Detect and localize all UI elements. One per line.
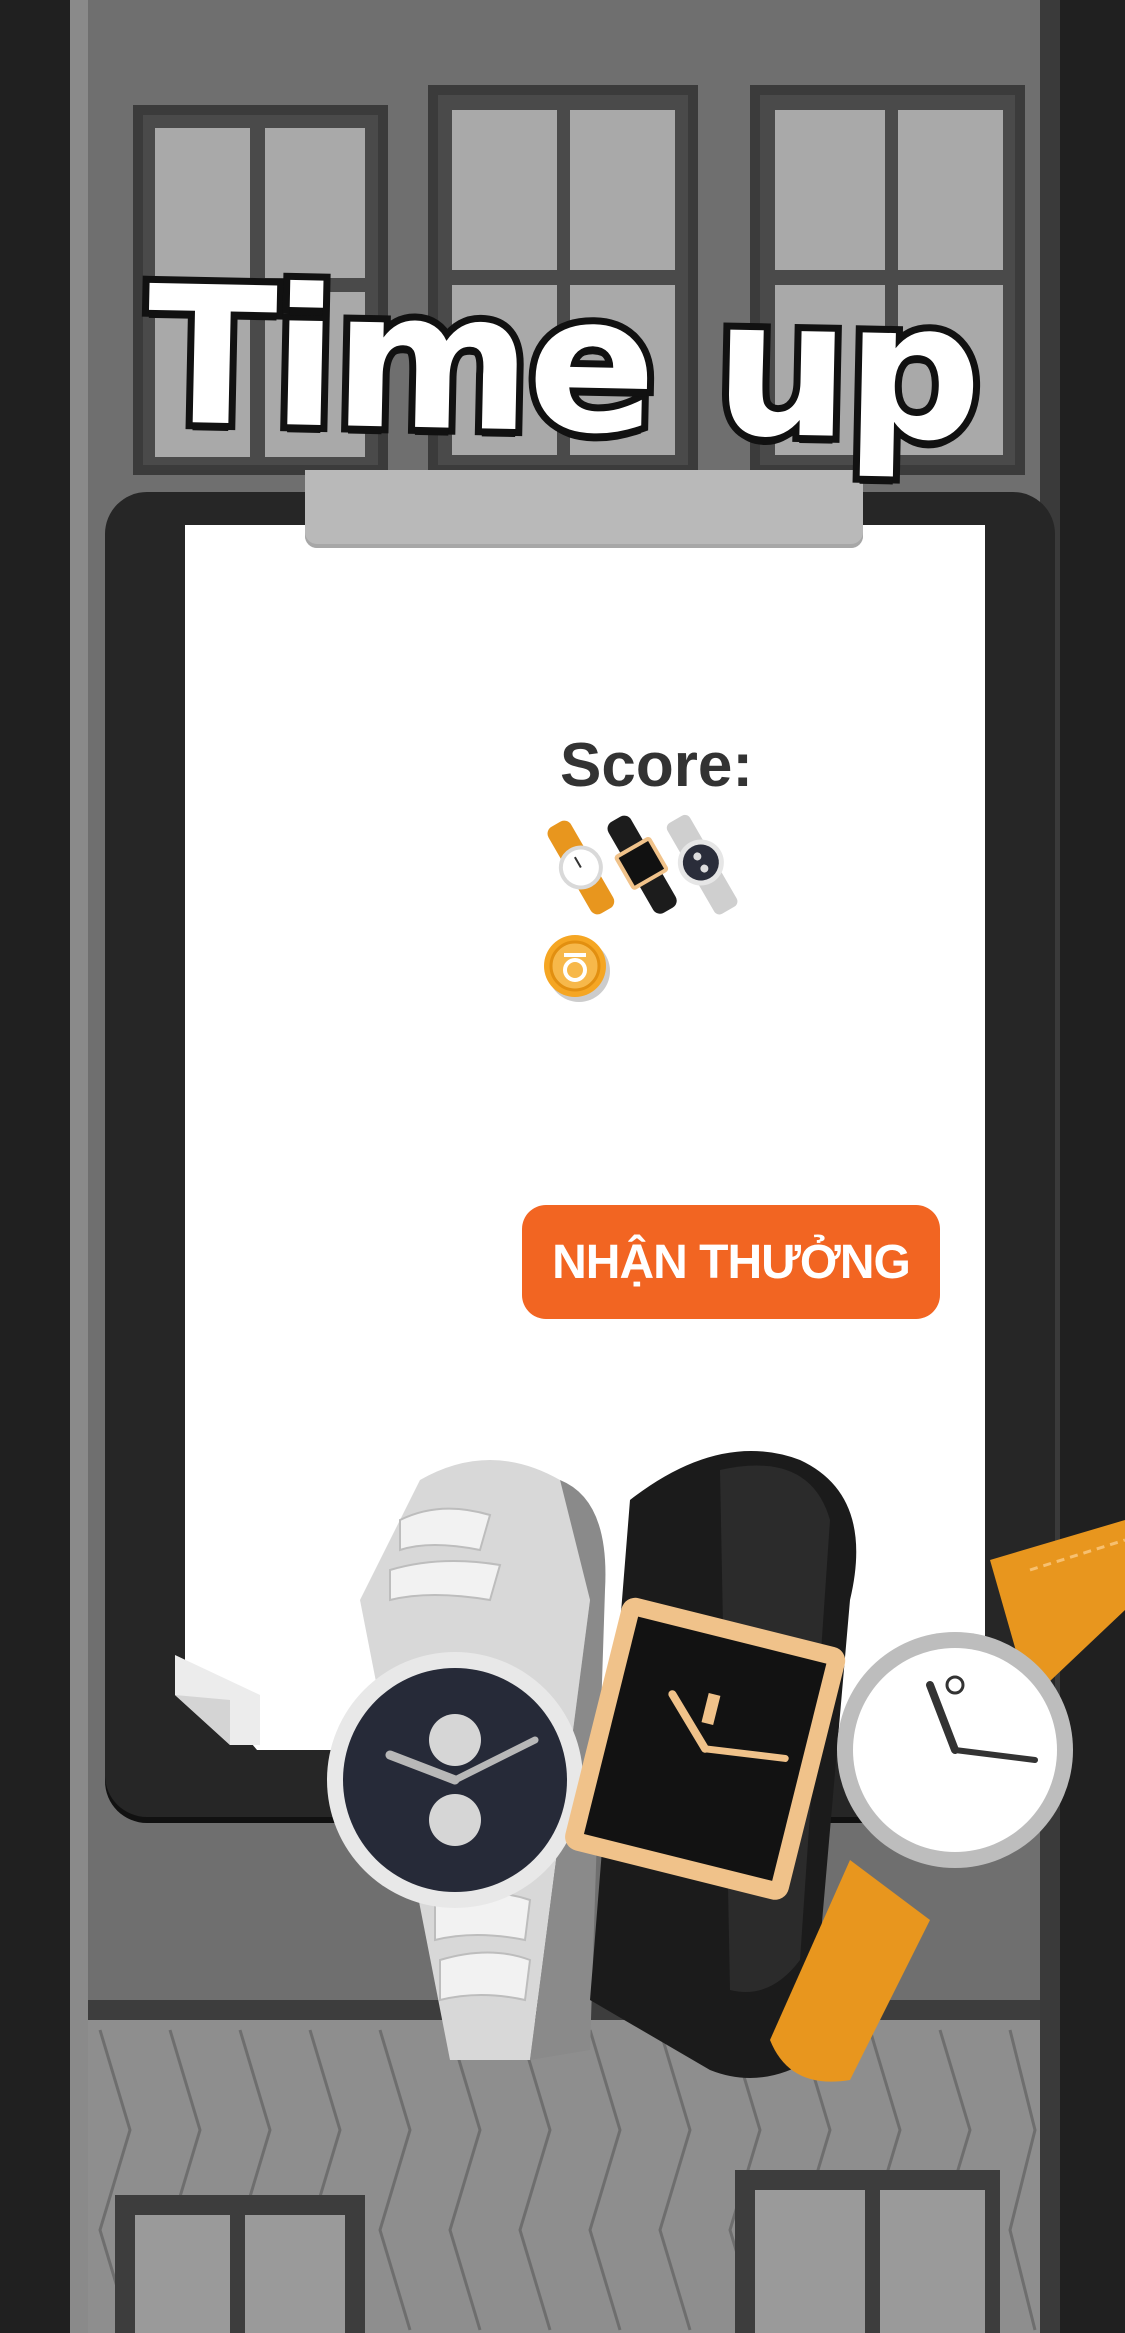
- game-screen: Time up Score: NHẬN THƯỞNG: [0, 0, 1125, 2333]
- coin-icon: [544, 935, 610, 1002]
- score-label: Score:: [560, 731, 753, 800]
- mini-watches-icon: [547, 814, 738, 915]
- watches-illustration: [327, 1451, 1125, 2082]
- paper-curl: [175, 1655, 260, 1745]
- clipboard-clip: [305, 470, 863, 548]
- time-up-title: Time up: [138, 238, 987, 490]
- claim-reward-button[interactable]: NHẬN THƯỞNG: [522, 1205, 940, 1319]
- watch-silver-icon: [327, 1460, 606, 2060]
